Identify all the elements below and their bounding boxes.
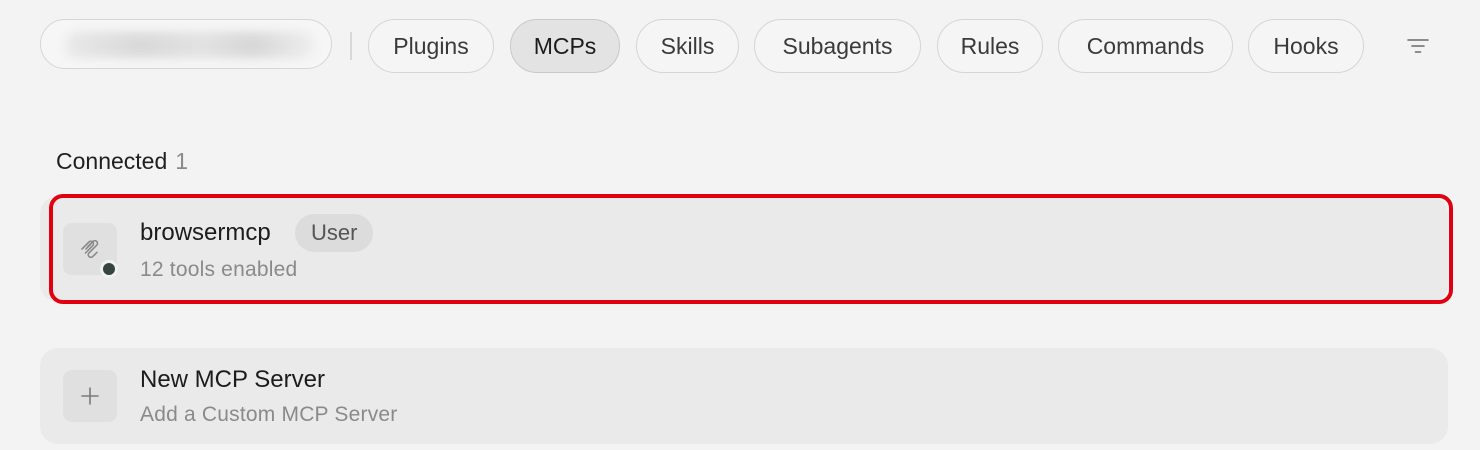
new-server-subtitle: Add a Custom MCP Server [140,403,398,426]
new-server-icon-box [63,370,117,422]
mcp-server-card-browsermcp[interactable]: browsermcp User 12 tools enabled [40,196,1448,302]
top-toolbar: Plugins MCPs Skills Subagents Rules Comm… [0,0,1480,92]
toolbar-divider [350,32,352,60]
section-title-connected: Connected 1 [56,148,189,174]
tab-plugins[interactable]: Plugins [368,19,494,73]
mcp-server-icon [81,239,99,259]
tab-subagents[interactable]: Subagents [754,19,921,73]
scope-badge: User [295,214,374,252]
search-input[interactable] [40,19,332,69]
filter-button[interactable] [1400,30,1436,62]
filter-icon [1407,39,1429,53]
tab-commands[interactable]: Commands [1058,19,1233,73]
connected-count: 1 [175,148,189,174]
tab-skills[interactable]: Skills [636,19,739,73]
plus-icon [81,387,99,405]
tab-hooks[interactable]: Hooks [1248,19,1364,73]
redacted-search-content [65,32,315,58]
new-mcp-server-card[interactable]: New MCP Server Add a Custom MCP Server [40,348,1448,444]
tab-mcps[interactable]: MCPs [510,19,620,73]
new-server-title: New MCP Server [140,366,325,393]
tab-rules[interactable]: Rules [937,19,1043,73]
server-name: browsermcp [140,219,271,246]
connection-status-dot [100,260,118,278]
server-tools-status: 12 tools enabled [140,258,298,281]
